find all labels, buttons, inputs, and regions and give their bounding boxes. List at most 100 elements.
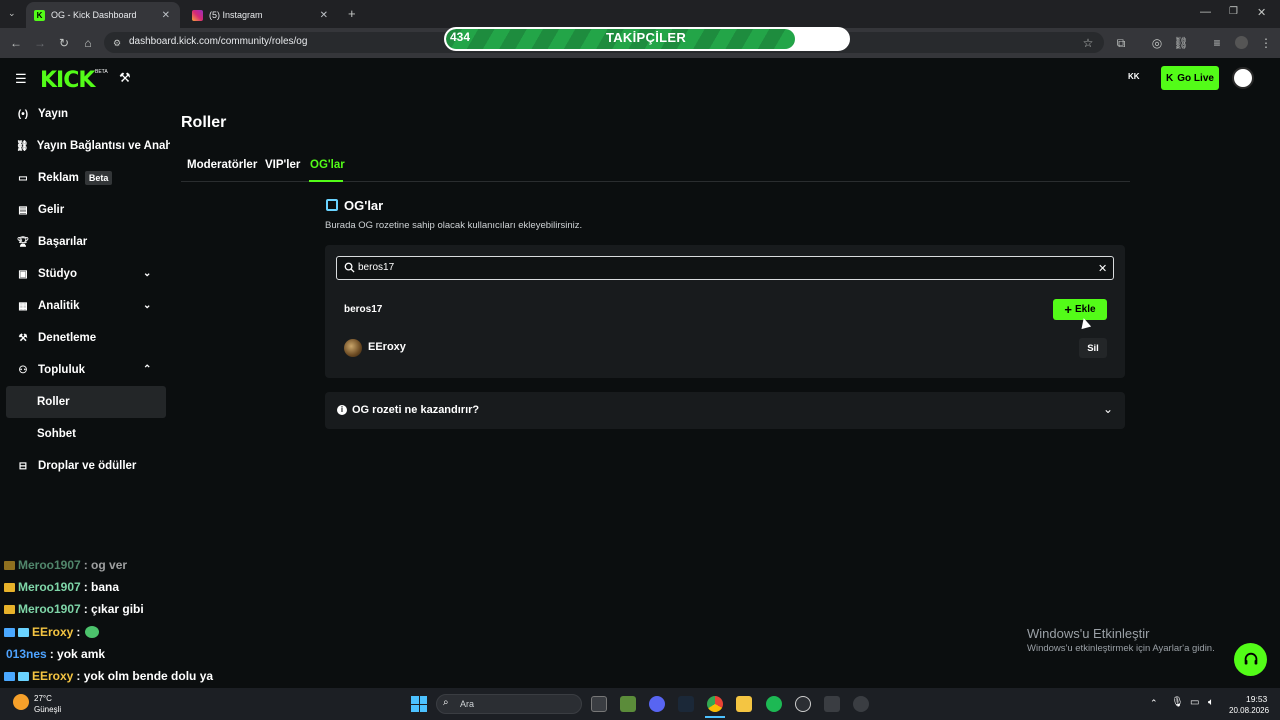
discord-icon[interactable] <box>649 696 665 712</box>
close-icon[interactable]: ✕ <box>320 10 328 21</box>
studio-icon: ▣ <box>18 268 28 280</box>
extensions-icon[interactable]: ⧉ <box>1114 36 1128 50</box>
sidebar-item-basarilar[interactable]: 🏆︎ Başarılar <box>0 226 170 258</box>
chrome-icon[interactable] <box>707 696 723 712</box>
network-icon[interactable]: ▭ <box>1190 697 1199 708</box>
tab-instagram[interactable]: (5) Instagram ✕ <box>184 2 338 28</box>
beta-badge: Beta <box>84 171 113 185</box>
windows-start-icon[interactable] <box>411 696 427 712</box>
sidebar-item-label: Topluluk <box>38 364 86 376</box>
chevron-down-icon[interactable]: ⌄ <box>1103 402 1113 416</box>
minecraft-icon[interactable] <box>620 696 636 712</box>
settings-gear-icon[interactable] <box>853 696 869 712</box>
clock-time[interactable]: 19:53 <box>1246 694 1267 704</box>
spotify-icon[interactable] <box>766 696 782 712</box>
clear-icon[interactable]: ✕ <box>1098 262 1107 275</box>
hamburger-menu-icon[interactable]: ☰ <box>15 71 27 87</box>
instagram-favicon-icon <box>192 9 203 21</box>
weather-sun-icon[interactable] <box>13 694 29 710</box>
minimize-icon[interactable]: — <box>1200 6 1211 18</box>
taskbar-search-label: Ara <box>460 699 475 709</box>
chevron-down-icon: ⌄ <box>143 300 152 311</box>
search-input[interactable] <box>336 256 1114 280</box>
sidebar-item-sohbet[interactable]: Sohbet <box>0 418 170 450</box>
volume-icon[interactable]: 🔈︎ <box>1208 697 1214 708</box>
extension-icon[interactable]: ◎ <box>1150 36 1164 50</box>
obs-icon[interactable] <box>795 696 811 712</box>
tab-kick-dashboard[interactable]: K OG - Kick Dashboard ✕ <box>26 2 180 28</box>
active-app-indicator <box>705 716 725 718</box>
profile-avatar[interactable] <box>1235 36 1248 49</box>
remove-og-button[interactable]: Sil <box>1079 338 1107 358</box>
sidebar-item-yayin[interactable]: (•) Yayın <box>0 98 170 130</box>
new-tab-icon[interactable]: + <box>348 6 356 21</box>
reading-list-icon[interactable]: ≡ <box>1210 36 1224 50</box>
sidebar-item-reklam[interactable]: ▭ Reklam Beta <box>0 162 170 194</box>
microphone-icon[interactable]: 🎙︎ <box>1171 697 1184 708</box>
go-live-button[interactable]: K Go Live <box>1161 66 1219 90</box>
drops-icon: ⊟ <box>18 460 28 472</box>
tab-ogs[interactable]: OG'lar <box>310 159 345 171</box>
chat-username: EEroxy <box>32 669 74 683</box>
restore-icon[interactable]: ❐ <box>1229 6 1238 17</box>
tab-vips[interactable]: VIP'ler <box>265 159 300 171</box>
search-icon: ⌕ <box>443 697 449 708</box>
steam-icon[interactable] <box>678 696 694 712</box>
hammer-tool-icon[interactable]: ⚒ <box>119 70 131 86</box>
crown-badge-icon <box>4 560 15 570</box>
tray-chevron-icon[interactable]: ⌃ <box>1150 698 1158 709</box>
sidebar-item-topluluk[interactable]: ⚇ Topluluk ⌃ <box>0 354 170 386</box>
menu-kebab-icon[interactable]: ⋮ <box>1259 36 1273 50</box>
bookmark-star-icon[interactable]: ☆ <box>1081 36 1095 50</box>
kick-favicon-icon: K <box>34 9 45 21</box>
chat-username: Meroo1907 <box>18 558 81 572</box>
back-icon[interactable]: ← <box>9 36 23 50</box>
chat-text: : çıkar gibi <box>83 602 144 616</box>
clock-date[interactable]: 20.08.2026 <box>1229 706 1269 715</box>
sidebar-item-droplar[interactable]: ⊟ Droplar ve ödüller <box>0 450 170 482</box>
file-explorer-icon[interactable] <box>736 696 752 712</box>
chat-username: 013nes <box>6 647 47 661</box>
tab-moderators[interactable]: Moderatörler <box>187 159 257 171</box>
chat-text: : bana <box>83 580 120 594</box>
add-og-button[interactable]: + Ekle <box>1053 299 1107 320</box>
sidebar-item-gelir[interactable]: ▤ Gelir <box>0 194 170 226</box>
sidebar-item-analitik[interactable]: ▦ Analitik ⌄ <box>0 290 170 322</box>
avatar[interactable] <box>1232 67 1254 89</box>
tab-search-icon[interactable]: ⌄ <box>8 8 20 20</box>
sidebar-item-studyo[interactable]: ▣ Stüdyo ⌄ <box>0 258 170 290</box>
url-text: dashboard.kick.com/community/roles/og <box>129 36 308 47</box>
taskbar-search[interactable] <box>436 694 582 714</box>
window-close-icon[interactable]: ✕ <box>1257 6 1266 19</box>
sidebar-item-denetleme[interactable]: ⚒ Denetleme <box>0 322 170 354</box>
sidebar-item-label: Sohbet <box>37 428 76 440</box>
home-icon[interactable]: ⌂ <box>81 36 95 50</box>
kick-logo[interactable]: KICK <box>40 68 95 93</box>
sidebar-item-label: Yayın <box>38 108 69 120</box>
chat-text: : og ver <box>83 558 128 572</box>
capcut-icon[interactable] <box>824 696 840 712</box>
ad-icon: ▭ <box>18 172 28 184</box>
chat-message: EEroxy : <box>4 622 100 642</box>
chat-username: Meroo1907 <box>18 580 81 594</box>
info-icon: i <box>337 405 347 415</box>
close-icon[interactable]: ✕ <box>162 10 170 21</box>
kick-studio-icon[interactable]: KK <box>1128 72 1140 81</box>
chevron-down-icon: ⌄ <box>143 268 152 279</box>
sidebar-item-roller[interactable]: Roller <box>6 386 166 418</box>
chat-message: Meroo1907 : og ver <box>4 555 127 575</box>
help-button[interactable] <box>1234 643 1267 676</box>
og-badge-icon <box>18 671 29 681</box>
avatar <box>344 339 362 357</box>
og-badge-icon <box>326 199 338 211</box>
follower-goal-title: TAKİPÇİLER <box>605 30 687 45</box>
headset-icon <box>1244 652 1257 664</box>
chat-text: : yok olm bende dolu ya <box>76 669 214 683</box>
link-share-icon[interactable]: ⛓ <box>1173 36 1188 50</box>
sidebar-item-stream-key[interactable]: ⛓ Yayın Bağlantısı ve Anahtarı <box>0 130 170 162</box>
chat-username: EEroxy <box>32 625 74 639</box>
forward-icon[interactable]: → <box>33 36 47 50</box>
reload-icon[interactable]: ↻ <box>57 36 71 50</box>
site-info-icon[interactable]: ⚙ <box>110 36 124 50</box>
task-view-icon[interactable] <box>591 696 607 712</box>
